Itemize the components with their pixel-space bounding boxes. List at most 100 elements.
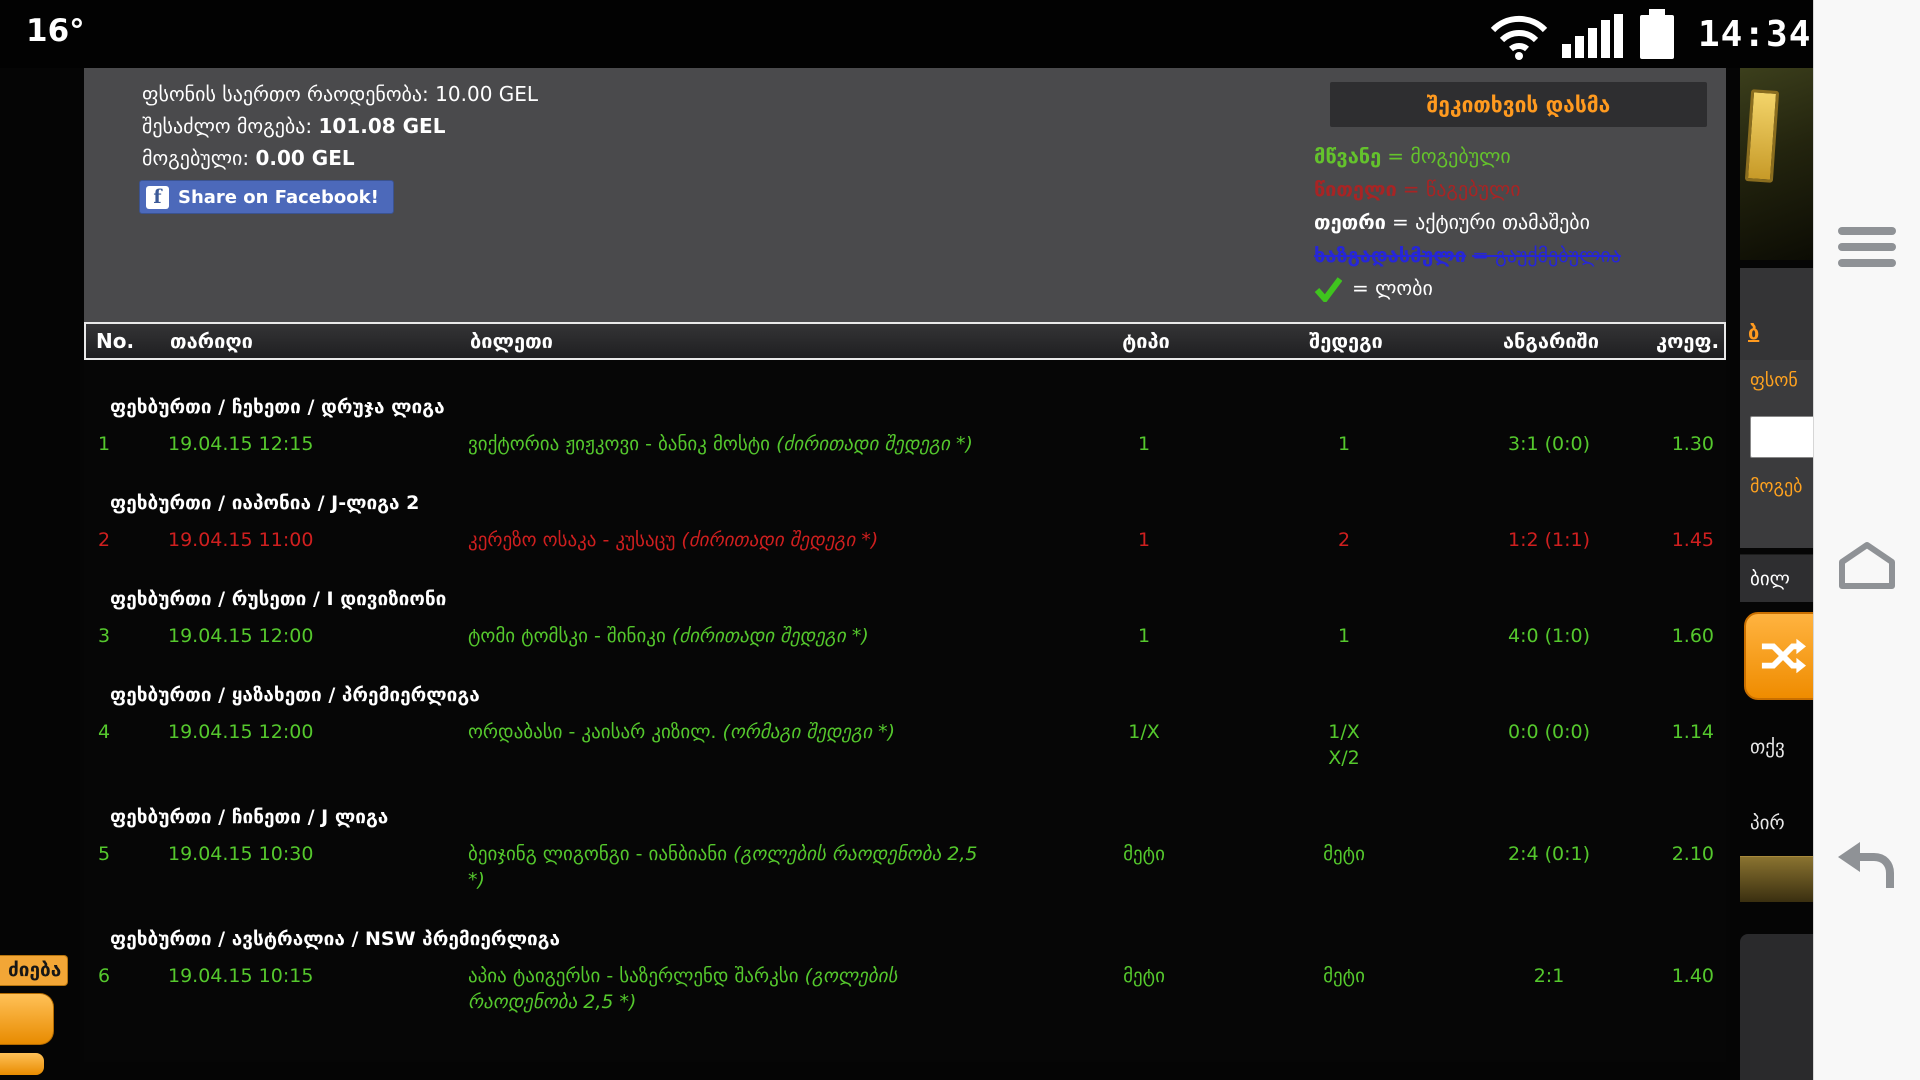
row-number: 3 (84, 623, 164, 649)
row-coef: 1.45 (1654, 527, 1726, 553)
won-line: მოგებული: 0.00 GEL (142, 142, 538, 174)
total-bet-line: ფსონის საერთო რაოდენობა: 10.00 GEL (142, 78, 538, 110)
table-row[interactable]: 1 19.04.15 12:15 ვიქტორია ჟიჟკოვი - ბანი… (84, 424, 1726, 464)
back-icon[interactable] (1836, 840, 1898, 892)
site-right-column: ბ ფსონ მოგებ ბილ თქვ პირ (1740, 68, 1813, 1080)
row-coef: 1.40 (1654, 963, 1726, 989)
shuffle-button[interactable] (1744, 612, 1813, 700)
legend-active: თეთრი = აქტიური თამაშები (1314, 206, 1621, 239)
row-bet-type: (ძირითადი შედეგი *) (672, 625, 869, 647)
total-bet-value: 10.00 GEL (435, 82, 538, 106)
sidebar-personal-item[interactable]: პირ (1750, 812, 1785, 834)
possible-win-label: შესაძლო მოგება: (142, 114, 312, 138)
row-type: 1 (1044, 623, 1244, 649)
menu-icon[interactable] (1838, 227, 1896, 267)
row-date: 19.04.15 12:15 (164, 431, 464, 457)
phone-screen: 16° 14:34 ფსონის საერთო რაოდენობა: 10.00… (0, 0, 1920, 1080)
league-header: ფეხბურთი / ავსტრალია / NSW პრემიერლიგა (84, 922, 1726, 956)
row-bet-type: (ძირითადი შედეგი *) (776, 433, 973, 455)
possible-win-line: შესაძლო მოგება: 101.08 GEL (142, 110, 538, 142)
status-legend: მწვანე = მოგებული წითელი = წაგებული თეთრ… (1314, 140, 1621, 305)
row-ticket: აპია ტაიგერსი - საზერლენდ შარკსი (გოლები… (464, 963, 1044, 1015)
battery-icon (1640, 9, 1674, 59)
row-result: მეტი (1244, 963, 1444, 989)
row-date: 19.04.15 11:00 (164, 527, 464, 553)
row-result: 1 (1244, 623, 1444, 649)
row-score: 2:4 (0:1) (1444, 841, 1654, 867)
legend-cancelled-label: ხაზგადასმული (1314, 239, 1466, 272)
legend-cancelled-text: = გაუქმებულია (1472, 239, 1621, 272)
row-result: 1/X X/2 (1244, 719, 1444, 771)
sidebar-bet-label: ფსონ (1740, 360, 1813, 391)
row-type: მეტი (1044, 963, 1244, 989)
sidebar-your-item[interactable]: თქვ (1750, 736, 1785, 758)
row-type: 1 (1044, 431, 1244, 457)
sidebar-bottom-panel (1740, 934, 1813, 1080)
browser-content: ფსონის საერთო რაოდენობა: 10.00 GEL შესაძ… (0, 68, 1813, 1080)
sidebar-tab-link[interactable]: ბ (1748, 320, 1759, 344)
row-coef: 1.30 (1654, 431, 1726, 457)
row-match: ვიქტორია ჟიჟკოვი - ბანიკ მოსტი (468, 433, 770, 455)
col-header-type: ტიპი (1046, 329, 1246, 353)
table-row[interactable]: 2 19.04.15 11:00 კერეზო ოსაკა - კუსაცუ (… (84, 520, 1726, 560)
league-header: ფეხბურთი / იაპონია / J-ლიგა 2 (84, 486, 1726, 520)
wifi-icon (1490, 12, 1548, 60)
legend-lost: წითელი = წაგებული (1314, 173, 1621, 206)
home-icon[interactable] (1836, 540, 1898, 590)
orange-side-button[interactable] (0, 993, 54, 1045)
sidebar-gold-bar (1740, 856, 1813, 902)
row-number: 5 (84, 841, 164, 867)
ask-question-button[interactable]: შეკითხვის დასმა (1330, 82, 1707, 127)
table-row[interactable]: 4 19.04.15 12:00 ორდაბასი - კაისარ კიზილ… (84, 712, 1726, 778)
won-label: მოგებული: (142, 146, 249, 170)
col-header-date: თარიღი (166, 329, 466, 353)
table-row[interactable]: 6 19.04.15 10:15 აპია ტაიგერსი - საზერლე… (84, 956, 1726, 1022)
row-type: 1 (1044, 527, 1244, 553)
search-tab[interactable]: ძიება (0, 955, 68, 986)
shuffle-icon (1760, 633, 1806, 679)
sidebar-win-label: მოგებ (1750, 476, 1802, 497)
row-match: აპია ტაიგერსი - საზერლენდ შარკსი (468, 965, 799, 987)
row-score: 1:2 (1:1) (1444, 527, 1654, 553)
row-score: 0:0 (0:0) (1444, 719, 1654, 745)
league-header: ფეხბურთი / რუსეთი / I დივიზიონი (84, 582, 1726, 616)
row-date: 19.04.15 12:00 (164, 623, 464, 649)
clock: 14:34 (1698, 14, 1811, 55)
total-bet-label: ფსონის საერთო რაოდენობა: (142, 82, 429, 106)
row-ticket: ვიქტორია ჟიჟკოვი - ბანიკ მოსტი (ძირითადი… (464, 431, 1044, 457)
row-ticket: ორდაბასი - კაისარ კიზილ. (ორმაგი შედეგი … (464, 719, 1044, 745)
league-header: ფეხბურთი / ყაზახეთი / პრემიერლიგა (84, 678, 1726, 712)
row-type: მეტი (1044, 841, 1244, 867)
row-ticket: ტომი ტომსკი - შინიკი (ძირითადი შედეგი *) (464, 623, 1044, 649)
temperature-indicator: 16° (26, 13, 85, 49)
checkmark-icon (1314, 276, 1342, 302)
legend-active-text: = აქტიური თამაშები (1392, 206, 1590, 239)
won-value: 0.00 GEL (256, 146, 355, 170)
row-ticket: კერეზო ოსაკა - კუსაცუ (ძირითადი შედეგი *… (464, 527, 1044, 553)
league-header: ფეხბურთი / ჩეხეთი / დრუჯა ლიგა (84, 390, 1726, 424)
row-result: 1 (1244, 431, 1444, 457)
sidebar-tickets-item[interactable]: ბილ (1740, 554, 1813, 602)
row-number: 4 (84, 719, 164, 745)
row-number: 2 (84, 527, 164, 553)
row-number: 1 (84, 431, 164, 457)
row-bet-type: (ძირითადი შედეგი *) (681, 529, 878, 551)
orange-side-button-2[interactable] (0, 1053, 44, 1075)
sidebar-input[interactable] (1750, 416, 1813, 458)
account-summary: ფსონის საერთო რაოდენობა: 10.00 GEL შესაძ… (142, 78, 538, 174)
row-match: ტომი ტომსკი - შინიკი (468, 625, 666, 647)
row-score: 4:0 (1:0) (1444, 623, 1654, 649)
row-score: 3:1 (0:0) (1444, 431, 1654, 457)
legend-won-label: მწვანე (1314, 140, 1381, 173)
row-date: 19.04.15 10:15 (164, 963, 464, 989)
summary-section: ფსონის საერთო რაოდენობა: 10.00 GEL შესაძ… (84, 68, 1726, 322)
row-coef: 1.60 (1654, 623, 1726, 649)
promo-image[interactable] (1740, 68, 1813, 260)
promo-gold-frame (1745, 89, 1779, 183)
legend-won: მწვანე = მოგებული (1314, 140, 1621, 173)
facebook-share-button[interactable]: f Share on Facebook! (139, 180, 394, 214)
legend-won-text: = მოგებული (1387, 140, 1511, 173)
table-row[interactable]: 3 19.04.15 12:00 ტომი ტომსკი - შინიკი (ძ… (84, 616, 1726, 656)
table-row[interactable]: 5 19.04.15 10:30 ბეიჯინგ ლიგონგი - იანბი… (84, 834, 1726, 900)
row-type: 1/X (1044, 719, 1244, 745)
